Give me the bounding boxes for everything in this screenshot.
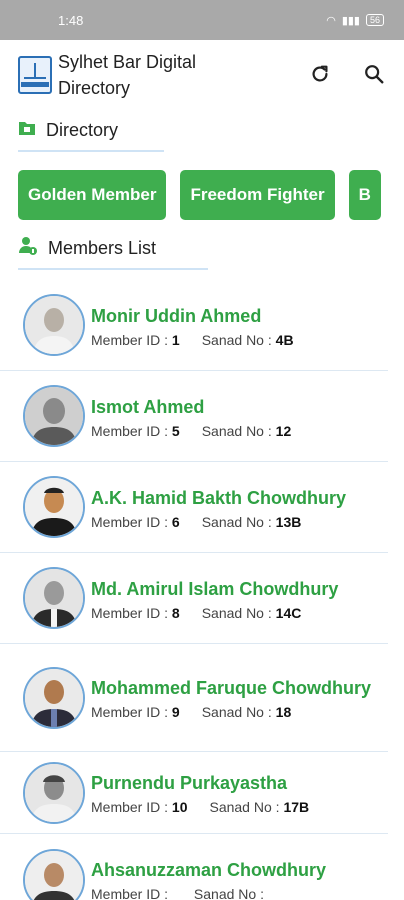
- status-time: 1:48: [58, 12, 84, 28]
- members-list: Monir Uddin Ahmed Member ID : 1 Sanad No …: [0, 270, 404, 900]
- bar-association-logo-icon: [18, 56, 52, 94]
- member-name: Purnendu Purkayastha: [91, 773, 288, 793]
- avatar: [23, 848, 85, 900]
- refresh-icon[interactable]: [308, 62, 332, 86]
- signal-icon: ▮▮▮: [341, 14, 360, 27]
- list-item[interactable]: Purnendu Purkayastha Member ID : 10 Sanad…: [0, 752, 388, 834]
- list-item[interactable]: Md. Amirul Islam Chowdhury Member ID : 8…: [0, 553, 388, 644]
- list-item[interactable]: Mohammed Faruque Chowdhury Member ID : 9…: [0, 644, 388, 752]
- member-name: Ismot Ahmed: [91, 396, 205, 417]
- members-section-header: Members List: [0, 228, 404, 268]
- status-bar: 1:48 ◠ ▮▮▮ 56: [0, 0, 404, 40]
- directory-heading: Directory: [46, 119, 119, 140]
- avatar: [23, 385, 85, 447]
- member-name: A.K. Hamid Bakth Chowdhury: [91, 487, 347, 508]
- chip-freedom-fighter[interactable]: Freedom Fighter: [180, 170, 335, 220]
- members-heading: Members List: [48, 237, 157, 258]
- avatar: [23, 476, 85, 538]
- avatar: [23, 567, 85, 629]
- app-bar: Sylhet Bar Digital Directory: [0, 40, 404, 110]
- member-name: Monir Uddin Ahmed: [91, 305, 262, 326]
- chip-golden-member[interactable]: Golden Member: [18, 170, 167, 220]
- wifi-icon: ◠: [326, 14, 336, 27]
- avatar: [23, 666, 85, 729]
- list-item[interactable]: Monir Uddin Ahmed Member ID : 1 Sanad No …: [0, 280, 388, 371]
- battery-icon: 56: [365, 14, 384, 26]
- folder-icon: [18, 120, 36, 141]
- directory-section-header: Directory: [0, 110, 404, 150]
- member-name: Mohammed Faruque Chowdhury: [91, 678, 372, 698]
- avatar: [23, 294, 85, 356]
- chip-more[interactable]: B: [348, 170, 381, 220]
- list-item[interactable]: Ahsanuzzaman Chowdhury Member ID : Sanad…: [0, 834, 388, 900]
- avatar: [23, 761, 85, 824]
- user-icon: [18, 236, 38, 261]
- status-icons: ◠ ▮▮▮ 56: [326, 14, 384, 27]
- search-icon[interactable]: [362, 62, 386, 86]
- list-item[interactable]: A.K. Hamid Bakth Chowdhury Member ID : 6…: [0, 462, 388, 553]
- category-chips: Golden Member Freedom Fighter B: [0, 152, 404, 222]
- list-item[interactable]: Ismot Ahmed Member ID : 5 Sanad No : 12: [0, 371, 388, 462]
- member-name: Ahsanuzzaman Chowdhury: [91, 860, 327, 880]
- app-title: Sylhet Bar Digital Directory: [58, 52, 197, 98]
- member-name: Md. Amirul Islam Chowdhury: [91, 578, 339, 599]
